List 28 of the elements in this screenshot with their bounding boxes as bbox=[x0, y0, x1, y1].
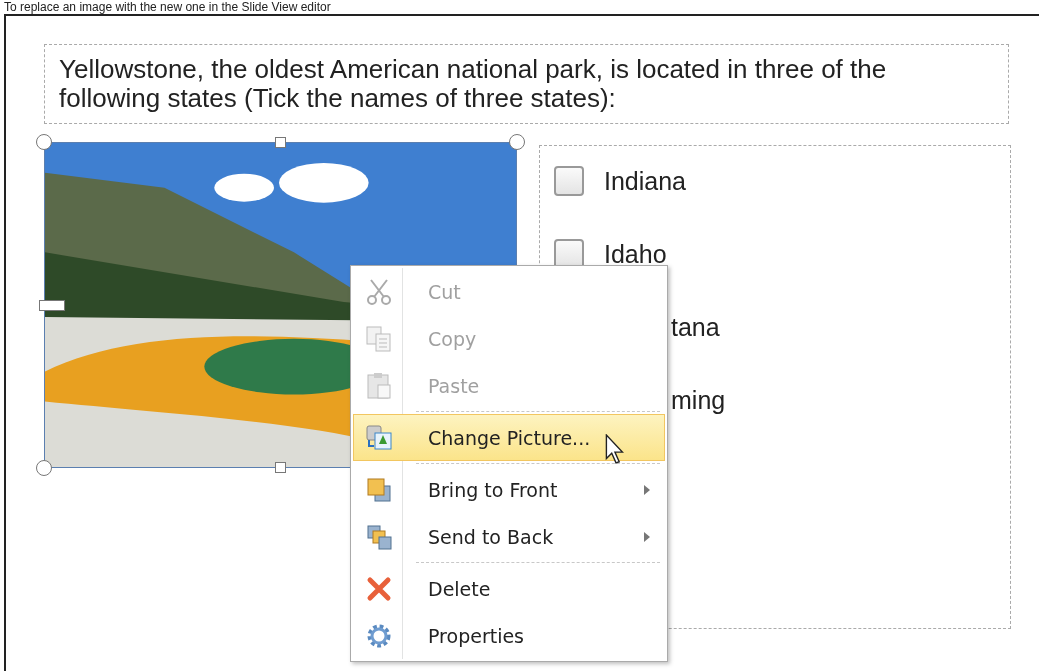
option-label[interactable]: Idaho bbox=[604, 239, 667, 269]
resize-handle[interactable] bbox=[275, 462, 286, 473]
menu-item[interactable]: Delete bbox=[353, 565, 665, 612]
clipboard-icon bbox=[365, 371, 393, 400]
resize-handle[interactable] bbox=[509, 134, 525, 150]
copy-icon bbox=[365, 324, 393, 353]
option-label[interactable]: Indiana bbox=[604, 166, 687, 196]
menu-item[interactable]: Change Picture... bbox=[353, 414, 665, 461]
option-label[interactable]: ming bbox=[671, 385, 726, 415]
delete-icon bbox=[365, 574, 393, 603]
checkbox[interactable] bbox=[554, 166, 584, 196]
resize-handle[interactable] bbox=[39, 300, 65, 311]
picture-icon bbox=[365, 423, 393, 452]
menu-item[interactable]: Properties bbox=[353, 612, 665, 659]
squares-icon bbox=[365, 475, 393, 504]
resize-handle[interactable] bbox=[36, 134, 52, 150]
resize-handle[interactable] bbox=[275, 137, 286, 148]
caption-text: To replace an image with the new one in the Slide View editor bbox=[3, 0, 332, 14]
squares-icon bbox=[365, 522, 393, 551]
menu-item[interactable]: Bring to Front bbox=[353, 466, 665, 513]
menu-item[interactable]: Send to Back bbox=[353, 513, 665, 565]
submenu-arrow-icon bbox=[644, 485, 650, 495]
question-text: Yellowstone, the oldest American national park, is located in three of the following states (Tick the names of three states): bbox=[44, 44, 1009, 124]
mouse-pointer-icon bbox=[605, 434, 627, 466]
scissors-icon bbox=[365, 277, 393, 306]
resize-handle[interactable] bbox=[36, 460, 52, 476]
option-label[interactable]: tana bbox=[671, 312, 720, 342]
submenu-arrow-icon bbox=[644, 532, 650, 542]
